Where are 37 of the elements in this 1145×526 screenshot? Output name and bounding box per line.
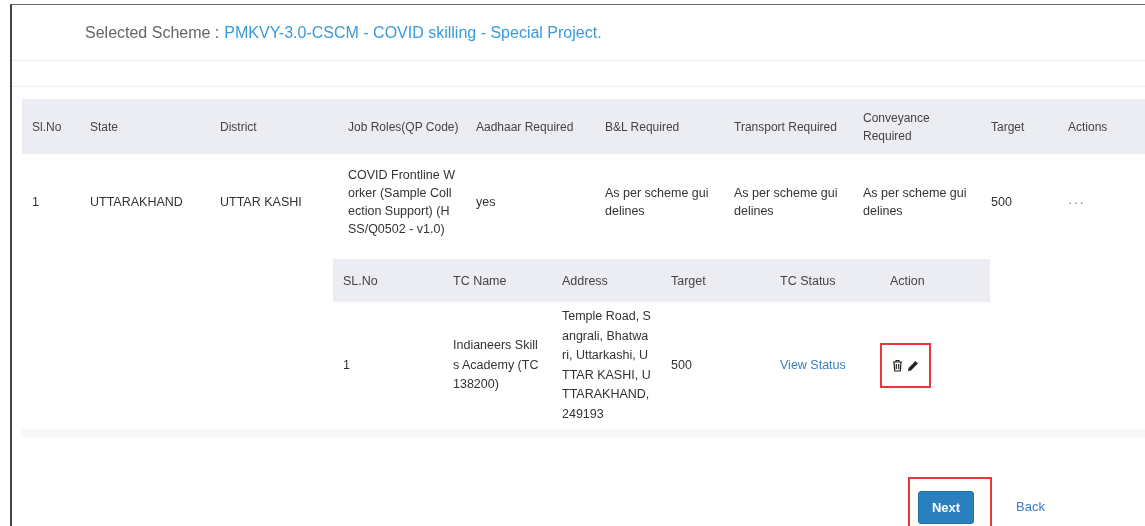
more-actions-button[interactable]: ··· xyxy=(1068,193,1085,210)
table-cell-text: 500 xyxy=(991,193,1012,211)
table-cell-text: As per scheme guidelines xyxy=(863,184,968,220)
column-header: State xyxy=(80,99,210,154)
column-header: District xyxy=(210,99,338,154)
table-cell-text: yes xyxy=(476,193,496,211)
scheme-name: PMKVY-3.0-CSCM - COVID skilling - Special Project. xyxy=(224,23,602,42)
scheme-label: Selected Scheme : xyxy=(85,23,220,42)
table-cell-text: UTTARAKHAND xyxy=(90,193,183,211)
column-header: TC Name xyxy=(443,259,552,302)
column-header: Aadhaar Required xyxy=(466,99,595,154)
column-header: Actions xyxy=(1058,99,1145,154)
column-header: Target xyxy=(981,99,1058,154)
table-cell-text: As per scheme guidelines xyxy=(734,184,839,220)
back-link[interactable]: Back xyxy=(1016,499,1045,514)
edit-icon[interactable] xyxy=(907,359,919,372)
table-cell-text: COVID Frontline Worker (Sample Collection Support) (HSS/Q0502 - v1.0) xyxy=(348,166,456,238)
column-header: Transport Required xyxy=(724,99,853,154)
column-header: Target xyxy=(661,259,770,302)
column-header: SL.No xyxy=(333,259,443,302)
table-cell-text: Temple Road, Sangrali, Bhatwari, Uttarkashi, UTTAR KASHI, UTTARAKHAND, 249193 xyxy=(562,308,651,423)
column-header: Sl.No xyxy=(22,99,80,154)
table-cell-text: Indianeers Skills Academy (TC138200) xyxy=(453,337,540,394)
column-header: B&L Required xyxy=(595,99,724,154)
delete-icon[interactable] xyxy=(892,359,903,372)
column-header: Job Roles(QP Code) xyxy=(338,99,466,154)
table-cell-text: As per scheme guidelines xyxy=(605,184,710,220)
column-header: Action xyxy=(880,259,990,302)
table-cell-text: 500 xyxy=(671,356,692,374)
table-cell-text: 1 xyxy=(343,356,350,374)
column-header: TC Status xyxy=(770,259,880,302)
column-header: Address xyxy=(552,259,661,302)
table-cell-text: UTTAR KASHI xyxy=(220,193,302,211)
table-cell-text: 1 xyxy=(32,193,39,211)
column-header: Conveyance Required xyxy=(853,99,981,154)
view-status-link[interactable]: View Status xyxy=(780,355,846,376)
next-button[interactable]: Next xyxy=(917,491,975,524)
